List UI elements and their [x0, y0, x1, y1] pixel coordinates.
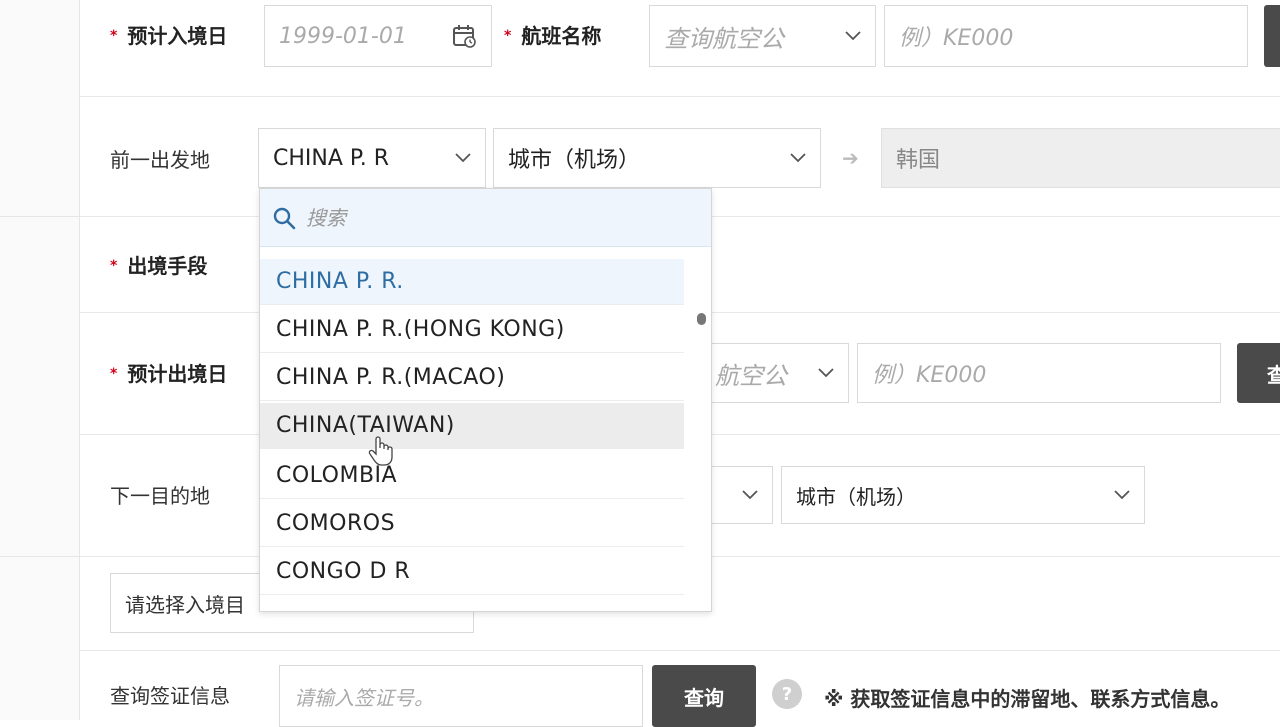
visa-query-button[interactable]: 查询	[652, 665, 756, 727]
exit-flight-placeholder: 例）KE000	[872, 363, 987, 388]
chevron-down-icon	[1114, 490, 1130, 500]
hand-cursor-icon	[368, 436, 393, 466]
exit-flight-input[interactable]: 例）KE000	[857, 343, 1221, 403]
visa-note: ※ 获取签证信息中的滞留地、联系方式信息。	[824, 687, 1231, 711]
country-dropdown: CHINA P. R.CHINA P. R.(HONG KONG)CHINA P…	[259, 188, 712, 612]
divider	[80, 650, 1280, 651]
dropdown-option[interactable]: COLOMBIA	[260, 453, 684, 499]
next-destination-label: 下一目的地	[110, 484, 210, 508]
prev-departure-label: 前一出发地	[110, 148, 210, 172]
entry-date-input[interactable]: 1999-01-01	[264, 5, 492, 67]
visa-query-label: 查询签证信息	[110, 684, 230, 708]
next-city-value: 城市（机场）	[796, 484, 916, 509]
entry-date-label: * 预计入境日	[110, 24, 228, 48]
airline-select[interactable]: 查询航空公	[649, 5, 876, 67]
visa-number-input[interactable]: 请输入签证号。	[279, 665, 643, 727]
destination-value: 韩国	[896, 148, 941, 173]
prev-city-select[interactable]: 城市（机场）	[493, 128, 821, 188]
chevron-down-icon	[455, 153, 471, 163]
dropdown-search-input[interactable]	[304, 204, 668, 231]
dropdown-option[interactable]: CHINA P. R.	[260, 259, 684, 305]
prev-country-value: CHINA P. R	[273, 145, 390, 171]
next-city-select[interactable]: 城市（机场）	[781, 466, 1145, 524]
airline-placeholder: 查询航空公	[664, 24, 784, 53]
arrow-right-icon: ➔	[842, 146, 859, 170]
exit-date-label: * 预计出境日	[110, 362, 228, 386]
flight-name-label: * 航班名称	[504, 24, 602, 48]
calendar-icon[interactable]	[451, 23, 477, 49]
flight-number-placeholder: 例）KE000	[899, 26, 1014, 51]
flight-number-input[interactable]: 例）KE000	[884, 5, 1248, 67]
chevron-down-icon	[742, 490, 758, 500]
chevron-down-icon	[790, 153, 806, 163]
entry-date-placeholder: 1999-01-01	[279, 23, 407, 49]
dropdown-option[interactable]: CONGO D R	[260, 549, 684, 595]
dropdown-option[interactable]: CHINA P. R.(MACAO)	[260, 355, 684, 401]
prev-country-select[interactable]: CHINA P. R	[258, 128, 486, 188]
divider	[80, 96, 1280, 97]
dropdown-option[interactable]: CHINA(TAIWAN)	[260, 403, 684, 449]
prev-city-value: 城市（机场）	[508, 148, 641, 173]
divider	[0, 556, 80, 557]
left-sidebar-column	[0, 0, 80, 720]
dropdown-option[interactable]: COMOROS	[260, 501, 684, 547]
exit-query-button[interactable]: 查	[1237, 343, 1280, 403]
destination-field: 韩国	[881, 128, 1280, 188]
search-icon	[273, 207, 296, 229]
chevron-down-icon	[845, 31, 861, 41]
help-icon[interactable]: ?	[772, 679, 802, 709]
dropdown-search-bar	[260, 189, 711, 247]
visa-number-placeholder: 请输入签证号。	[294, 685, 434, 710]
divider	[0, 216, 80, 217]
chevron-down-icon	[818, 368, 834, 378]
scrollbar-thumb[interactable]	[697, 313, 706, 325]
dropdown-option[interactable]: CHINA P. R.(HONG KONG)	[260, 307, 684, 353]
flight-query-button[interactable]	[1264, 5, 1280, 67]
exit-means-label: * 出境手段	[110, 254, 208, 278]
